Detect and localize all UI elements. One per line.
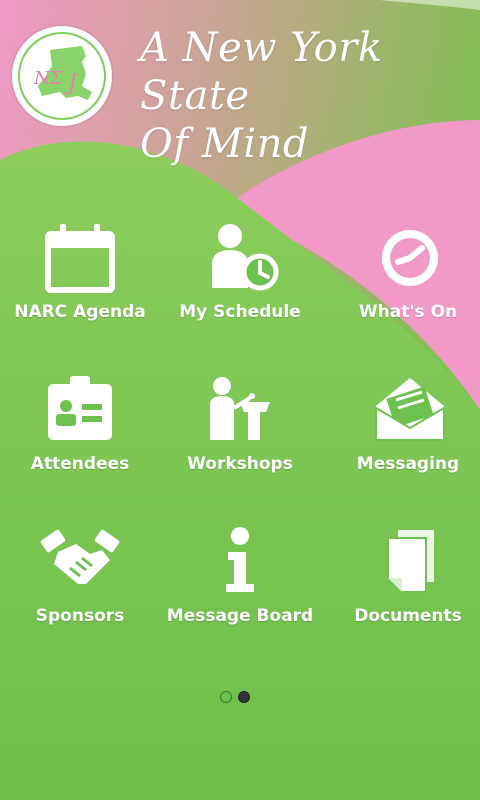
menu-tile-documents[interactable]: Documents (328, 524, 480, 664)
speaker-podium-icon (210, 377, 270, 440)
info-icon (226, 527, 254, 592)
menu-tile-whats-on[interactable]: What's On (328, 220, 480, 360)
app-title-line2: Of Mind (140, 121, 309, 167)
menu-tile-workshops[interactable]: Workshops (160, 372, 320, 512)
menu-tile-attendees[interactable]: Attendees (0, 372, 160, 512)
menu-tile-message-board[interactable]: Message Board (160, 524, 320, 664)
handshake-icon (40, 529, 120, 584)
page-indicator (220, 690, 260, 704)
app-title: A New York State Of Mind (140, 24, 480, 168)
menu-label: Attendees (30, 454, 130, 474)
page-dot[interactable] (238, 691, 250, 703)
documents-icon (387, 530, 434, 593)
id-badge-icon (48, 376, 112, 440)
menu-label: My Schedule (179, 302, 301, 322)
calendar-icon (45, 224, 115, 293)
menu-tile-narc-agenda[interactable]: NARC Agenda (0, 220, 160, 360)
menu-label: Message Board (166, 606, 314, 626)
menu-label: NARC Agenda (14, 302, 146, 322)
envelope-icon (375, 378, 445, 441)
page-dot-active[interactable] (220, 691, 232, 703)
menu-tile-messaging[interactable]: Messaging (328, 372, 480, 512)
menu-label: Messaging (356, 454, 460, 474)
menu-label: Sponsors (35, 606, 125, 626)
menu-label: Documents (354, 606, 462, 626)
menu-tile-my-schedule[interactable]: My Schedule (160, 220, 320, 360)
app-title-line1: A New York State (140, 25, 383, 119)
logo: NΣ J (12, 26, 112, 126)
svg-text:NΣ: NΣ (33, 68, 63, 89)
clock-icon (382, 230, 438, 286)
menu-tile-sponsors[interactable]: Sponsors (0, 524, 160, 664)
menu-label: What's On (358, 302, 458, 322)
new-york-state-logo-icon: NΣ J (33, 46, 92, 100)
person-clock-icon (212, 224, 279, 291)
menu-label: Workshops (187, 454, 293, 474)
